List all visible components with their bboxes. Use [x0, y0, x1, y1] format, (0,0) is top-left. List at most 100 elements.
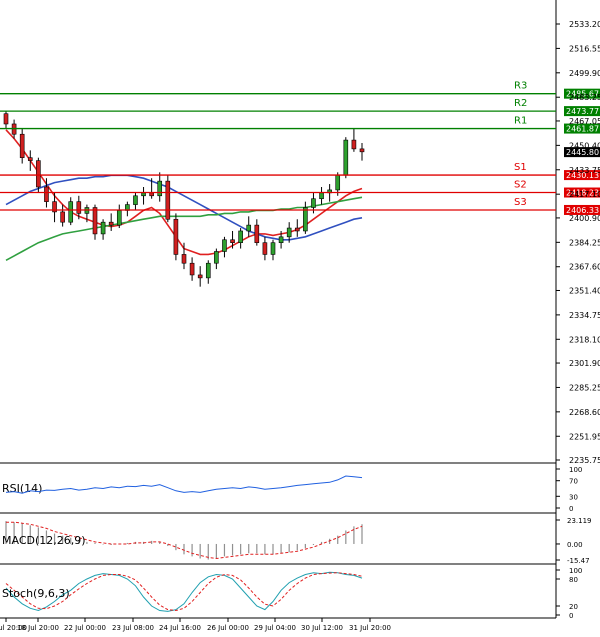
macd-tick-label: 0.00 — [567, 541, 583, 549]
candle-body — [157, 180, 163, 197]
macd-bar — [94, 542, 96, 544]
price-chart: R32485.67R22473.77R12461.872445.80S12430… — [0, 0, 600, 633]
candle-body — [319, 192, 324, 200]
y-tick-label: 2400.90 — [569, 214, 600, 223]
candle-body — [165, 180, 171, 220]
level-name: R1 — [514, 116, 527, 127]
y-tick-label: 2318.10 — [569, 335, 600, 344]
candle-body — [141, 192, 146, 197]
candle-body — [36, 160, 41, 188]
x-tick-label: 18 Jul 20:00 — [17, 624, 59, 632]
y-tick-label: 2235.75 — [569, 456, 600, 465]
candle-body — [181, 254, 187, 264]
candle-body — [214, 251, 219, 264]
y-tick-label: 2467.05 — [569, 117, 600, 126]
x-tick-label: 31 Jul 20:00 — [349, 624, 391, 632]
candle-body — [197, 274, 203, 279]
candle-body — [262, 242, 268, 255]
y-tick-label: 2450.40 — [569, 141, 600, 150]
macd-bar — [231, 543, 234, 556]
x-tick-label: 24 Jul 16:00 — [159, 624, 201, 632]
level-name: R3 — [514, 81, 527, 92]
macd-bar — [191, 543, 193, 557]
candle-body — [359, 148, 365, 153]
y-tick-label: 2516.55 — [569, 44, 600, 53]
chart-root: R3 2485.67 R2 2473.77 R1 2461.87 2445.80 S1 2430… — [0, 0, 600, 633]
macd-bar — [86, 541, 88, 544]
stoch-tick-label: 80 — [569, 576, 578, 584]
y-tick-label: 2483.25 — [569, 93, 600, 102]
macd-bar — [272, 543, 274, 555]
rsi-tick-label: 0 — [569, 505, 573, 513]
candle-body — [286, 227, 292, 238]
macd-tick-label: -15.47 — [567, 557, 590, 565]
candle-body — [294, 227, 300, 232]
y-tick-label: 2268.60 — [569, 408, 600, 417]
macd-bar — [102, 543, 104, 545]
candle-body — [254, 224, 260, 243]
rsi-tick-label: 70 — [569, 478, 578, 486]
stoch-tick-label: 20 — [569, 603, 578, 611]
y-tick-label: 2285.25 — [569, 383, 600, 392]
y-tick-label: 2367.60 — [569, 263, 600, 272]
candle-body — [343, 139, 349, 176]
macd-bar — [304, 543, 306, 549]
candle-body — [116, 210, 122, 226]
macd-bar — [296, 543, 298, 551]
level-name: S2 — [514, 180, 527, 191]
candle-body — [351, 139, 357, 150]
y-tick-label: 2533.20 — [569, 20, 600, 29]
candle-body — [230, 239, 235, 243]
macd-bar — [312, 543, 315, 546]
y-tick-label: 2499.90 — [569, 69, 600, 78]
macd-bar — [126, 542, 128, 544]
y-tick-label: 2433.75 — [569, 166, 600, 175]
stoch-tick-label: 0 — [569, 612, 573, 620]
macd-bar — [256, 543, 258, 554]
stoch-label: Stoch(9,6,3) — [2, 587, 70, 600]
macd-bar — [280, 543, 282, 554]
candle-body — [133, 195, 138, 205]
candle-body — [92, 207, 98, 235]
candle-body — [60, 211, 65, 223]
x-tick-label: 23 Jul 08:00 — [112, 624, 154, 632]
macd-bar — [248, 543, 250, 554]
y-tick-label: 2384.25 — [569, 238, 600, 247]
macd-bar — [183, 543, 185, 555]
candle-body — [311, 198, 316, 208]
x-tick-label: 29 Jul 04:00 — [254, 624, 296, 632]
candle-body — [3, 113, 9, 125]
macd-bar — [264, 543, 266, 555]
macd-bar — [345, 530, 347, 544]
y-tick-label: 2334.75 — [569, 311, 600, 320]
y-tick-label: 2417.10 — [569, 190, 600, 199]
candle-body — [173, 218, 179, 255]
macd-bar — [223, 543, 226, 557]
y-tick-label: 2251.95 — [569, 432, 600, 441]
y-tick-label: 2301.90 — [569, 359, 600, 368]
macd-bar — [361, 524, 363, 544]
level-value-label: 2473.77 — [566, 107, 599, 116]
x-tick-label: 26 Jul 00:00 — [207, 624, 249, 632]
level-name: S1 — [514, 162, 527, 173]
x-tick-label: 30 Jul 12:00 — [301, 624, 343, 632]
candle-body — [246, 224, 252, 232]
candle-body — [76, 201, 82, 214]
macd-bar — [240, 543, 242, 555]
rsi-tick-label: 30 — [569, 493, 578, 501]
macd-bar — [215, 543, 217, 559]
macd-tick-label: 23.119 — [567, 517, 592, 525]
candle-body — [19, 133, 25, 158]
candle-body — [189, 262, 195, 276]
candle-body — [149, 192, 154, 197]
candle-body — [335, 174, 341, 191]
macd-bar — [175, 543, 177, 551]
candle-body — [278, 236, 284, 243]
candle-body — [222, 239, 227, 252]
x-tick-label: 22 Jul 00:00 — [64, 624, 106, 632]
level-name: S3 — [514, 197, 527, 208]
candle-body — [238, 230, 243, 243]
candle-body — [44, 186, 49, 202]
macd-bar — [353, 526, 355, 544]
candle-body — [303, 207, 308, 232]
